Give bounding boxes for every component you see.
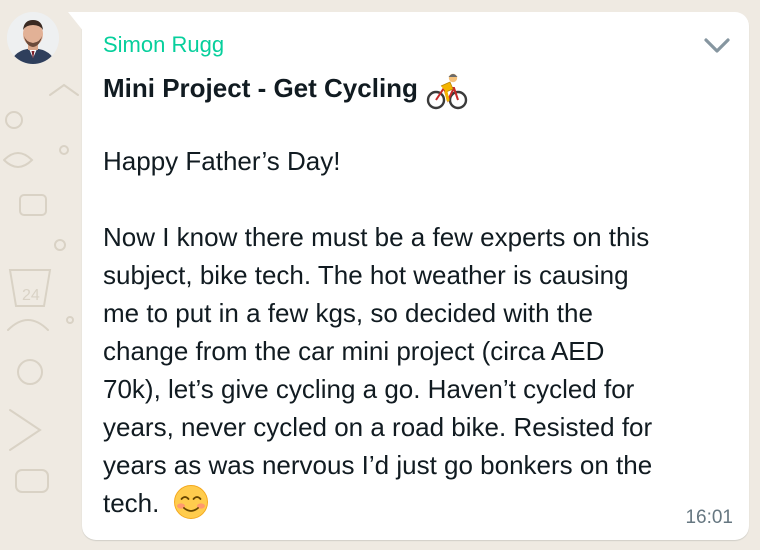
- smiling-face-emoji: [174, 485, 209, 519]
- message-last-line: tech.: [103, 484, 735, 522]
- message-body: Happy Father’s Day! Now I know there mus…: [103, 142, 735, 522]
- message-line: 70k), let’s give cycling a go. Haven’t c…: [103, 374, 635, 404]
- message-line: subject, bike tech. The hot weather is c…: [103, 260, 629, 290]
- message-line: me to put in a few kgs, so decided with …: [103, 298, 593, 328]
- profile-photo: [7, 12, 59, 64]
- message-line: years as was nervous I’d just go bonkers…: [103, 450, 653, 480]
- message-title-line: Mini Project - Get Cycling: [103, 70, 468, 110]
- message-timestamp: 16:01: [685, 507, 733, 528]
- avatar[interactable]: [7, 12, 59, 64]
- greeting-text: Happy Father’s Day!: [103, 146, 341, 176]
- sender-name[interactable]: Simon Rugg: [103, 32, 224, 58]
- message-paragraph: Now I know there must be a few experts o…: [103, 218, 735, 522]
- chevron-down-icon[interactable]: [702, 34, 732, 56]
- message-bubble[interactable]: Simon Rugg Mini Project - Get Cycling Ha…: [68, 12, 749, 540]
- message-line: years, never cycled on a road bike. Resi…: [103, 412, 653, 442]
- message-line: tech.: [103, 488, 160, 518]
- bubble-tail: [68, 12, 84, 32]
- message-line: Now I know there must be a few experts o…: [103, 222, 650, 252]
- message-line: change from the car mini project (circa …: [103, 336, 605, 366]
- person-cycling-emoji: [426, 73, 468, 110]
- message-title: Mini Project - Get Cycling: [103, 72, 418, 103]
- svg-text:24: 24: [22, 287, 40, 304]
